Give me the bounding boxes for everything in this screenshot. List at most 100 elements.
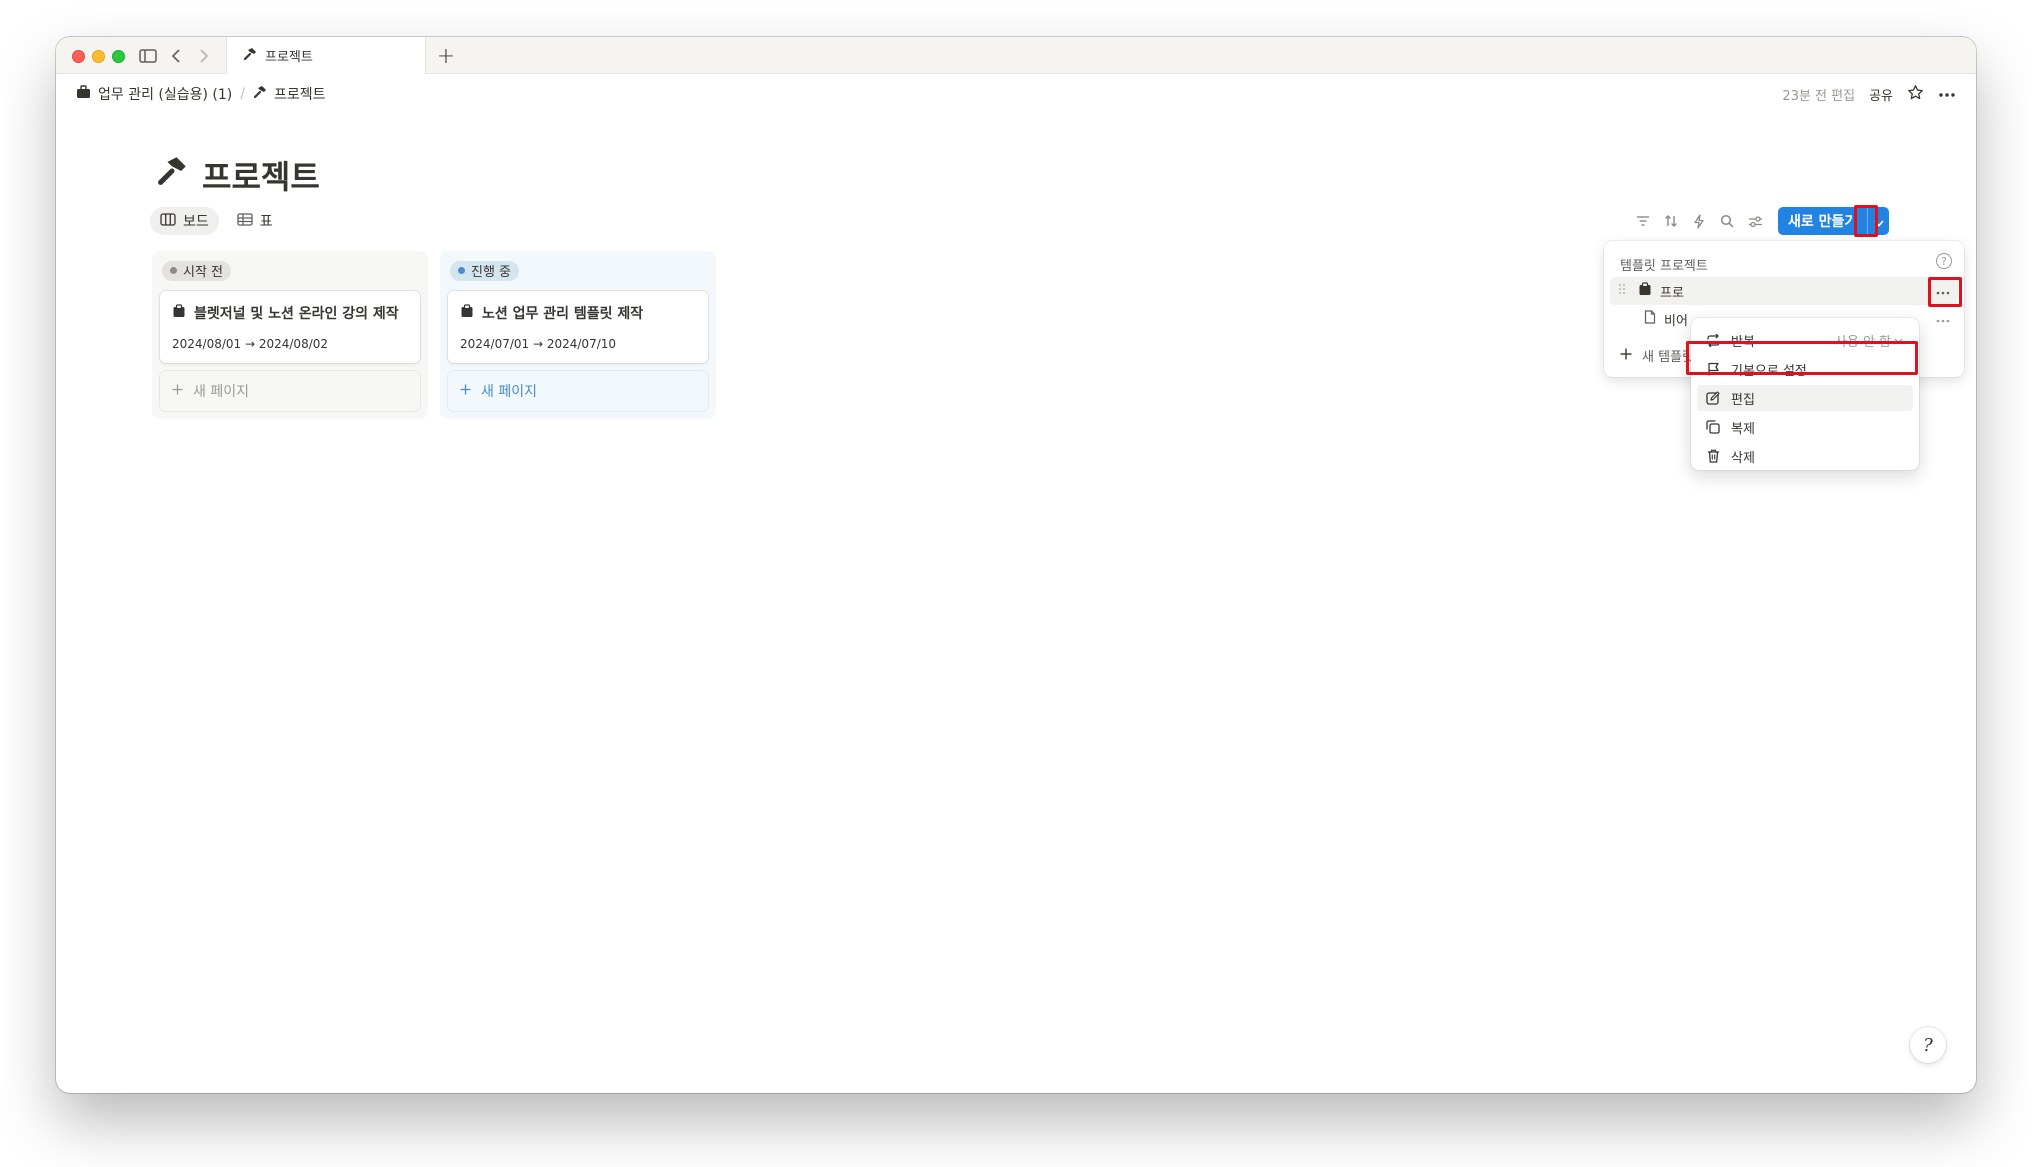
search-icon[interactable] <box>1718 212 1736 230</box>
tab-board[interactable]: 보드 <box>150 207 219 235</box>
status-label: 시작 전 <box>183 265 224 280</box>
template-context-menu: 반복 사용 안 함 기본으로 설정 편집 복제 삭제 <box>1691 318 1919 470</box>
new-button-dropdown[interactable] <box>1867 207 1890 235</box>
breadcrumb-item-project[interactable]: 프로젝트 <box>253 84 326 104</box>
template-item-label: 비어 <box>1664 313 1688 329</box>
tab-bar: 프로젝트 + <box>56 37 1976 74</box>
help-icon[interactable]: ? <box>1936 253 1952 269</box>
tab-project[interactable]: 프로젝트 <box>226 37 426 74</box>
breadcrumb-label: 업무 관리 (실습용) (1) <box>98 87 233 103</box>
card-date-range: 2024/08/01 → 2024/08/02 <box>172 336 329 351</box>
page-title-text: 프로젝트 <box>202 158 320 196</box>
filter-icon[interactable] <box>1634 212 1652 230</box>
clipboard-icon <box>172 303 186 322</box>
automation-icon[interactable] <box>1690 212 1708 230</box>
new-button[interactable]: 새로 만들기 <box>1778 207 1868 235</box>
back-icon[interactable] <box>165 45 187 67</box>
drag-handle-icon[interactable] <box>1618 283 1626 299</box>
board-icon <box>160 212 176 230</box>
plus-icon <box>172 383 183 399</box>
status-dot <box>458 267 465 274</box>
board-card[interactable]: 블렛저널 및 노션 온라인 강의 제작 2024/08/01 → 2024/08… <box>160 290 420 363</box>
menu-item-edit[interactable]: 편집 <box>1697 385 1913 411</box>
menu-item-label: 기본으로 설정 <box>1731 363 1807 379</box>
database-toolbar: 새로 만들기 <box>1634 207 1890 235</box>
template-heading: 템플릿 프로젝트 <box>1620 259 1708 274</box>
card-title-text: 노션 업무 관리 템플릿 제작 <box>482 305 644 322</box>
last-edited-text: 23분 전 편집 <box>1782 89 1856 104</box>
template-item[interactable]: 프로 <box>1610 277 1958 305</box>
tab-table[interactable]: 표 <box>227 207 283 235</box>
sort-icon[interactable] <box>1662 212 1680 230</box>
page-topbar: 업무 관리 (실습용) (1) / 프로젝트 23분 전 편집 공유 <box>56 74 1976 118</box>
chevron-down-icon <box>1894 333 1903 348</box>
page-icon <box>1644 310 1656 328</box>
tab-label: 표 <box>259 214 273 230</box>
plus-icon <box>460 383 471 399</box>
star-icon[interactable] <box>1907 84 1924 105</box>
card-title: 노션 업무 관리 템플릿 제작 <box>460 303 696 323</box>
new-template-label: 새 템플릿 <box>1642 350 1694 365</box>
table-icon <box>237 212 253 230</box>
plus-icon <box>1620 348 1632 364</box>
clipboard-icon <box>1638 282 1652 300</box>
status-badge[interactable]: 진행 중 <box>450 260 520 281</box>
share-button[interactable]: 공유 <box>1869 85 1893 104</box>
more-options-icon[interactable] <box>1936 311 1950 327</box>
menu-item-delete[interactable]: 삭제 <box>1697 443 1913 469</box>
breadcrumb: 업무 관리 (실습용) (1) / 프로젝트 <box>76 84 326 104</box>
menu-item-set-default[interactable]: 기본으로 설정 <box>1697 356 1913 382</box>
template-item-label: 프로 <box>1660 285 1684 301</box>
board-column-not-started: 시작 전 블렛저널 및 노션 온라인 강의 제작 2024/08/01 → 20… <box>152 251 428 419</box>
chevron-down-icon <box>1874 212 1884 231</box>
menu-item-duplicate[interactable]: 복제 <box>1697 414 1913 440</box>
status-dot <box>170 267 177 274</box>
kanban-board: 시작 전 블렛저널 및 노션 온라인 강의 제작 2024/08/01 → 20… <box>152 251 716 419</box>
page-title: 프로젝트 <box>156 152 320 198</box>
tab-label: 프로젝트 <box>265 50 313 65</box>
breadcrumb-label: 프로젝트 <box>273 87 326 103</box>
card-title-text: 블렛저널 및 노션 온라인 강의 제작 <box>194 305 399 322</box>
flag-icon <box>1705 361 1721 377</box>
hammer-icon <box>156 155 188 195</box>
clipboard-icon <box>460 303 474 322</box>
menu-item-label: 반복 <box>1731 334 1755 350</box>
board-column-in-progress: 진행 중 노션 업무 관리 템플릿 제작 2024/07/01 → 2024/0… <box>440 251 716 419</box>
tab-label: 보드 <box>183 214 209 230</box>
status-badge[interactable]: 시작 전 <box>162 260 232 281</box>
menu-item-repeat[interactable]: 반복 사용 안 함 <box>1697 327 1913 353</box>
forward-icon[interactable] <box>193 45 215 67</box>
card-title: 블렛저널 및 노션 온라인 강의 제작 <box>172 303 408 323</box>
add-page-button[interactable]: 새 페이지 <box>448 371 708 411</box>
new-button-group: 새로 만들기 <box>1778 207 1890 235</box>
add-page-label: 새 페이지 <box>481 383 537 400</box>
menu-item-label: 복제 <box>1731 421 1755 437</box>
help-button[interactable]: ? <box>1910 1027 1946 1063</box>
board-card[interactable]: 노션 업무 관리 템플릿 제작 2024/07/01 → 2024/07/10 <box>448 290 708 363</box>
card-date-range: 2024/07/01 → 2024/07/10 <box>460 336 617 351</box>
topbar-actions: 23분 전 편집 공유 <box>1782 84 1956 105</box>
sidebar-toggle-icon[interactable] <box>137 45 159 67</box>
new-tab-button[interactable]: + <box>434 44 458 69</box>
add-page-button[interactable]: 새 페이지 <box>160 371 420 411</box>
hammer-icon <box>253 85 267 103</box>
add-page-label: 새 페이지 <box>193 383 249 400</box>
close-window-button[interactable] <box>72 50 85 63</box>
breadcrumb-separator: / <box>240 86 245 102</box>
more-options-icon[interactable] <box>1936 283 1950 299</box>
browser-window: 프로젝트 + 업무 관리 (실습용) (1) / 프로젝트 23분 전 편집 공… <box>56 37 1976 1093</box>
zoom-window-button[interactable] <box>112 50 125 63</box>
status-label: 진행 중 <box>471 265 512 280</box>
repeat-icon <box>1705 332 1721 348</box>
edit-icon <box>1705 390 1721 406</box>
minimize-window-button[interactable] <box>92 50 105 63</box>
repeat-value[interactable]: 사용 안 함 <box>1835 331 1903 350</box>
settings-sliders-icon[interactable] <box>1746 212 1764 230</box>
hammer-icon <box>243 46 257 65</box>
new-template-button[interactable]: 새 템플릿 <box>1620 346 1694 365</box>
more-options-icon[interactable] <box>1938 87 1956 102</box>
trash-icon <box>1705 448 1721 464</box>
repeat-value-text: 사용 안 함 <box>1834 334 1891 350</box>
breadcrumb-item-workspace[interactable]: 업무 관리 (실습용) (1) <box>76 84 232 104</box>
menu-item-label: 삭제 <box>1731 450 1755 466</box>
